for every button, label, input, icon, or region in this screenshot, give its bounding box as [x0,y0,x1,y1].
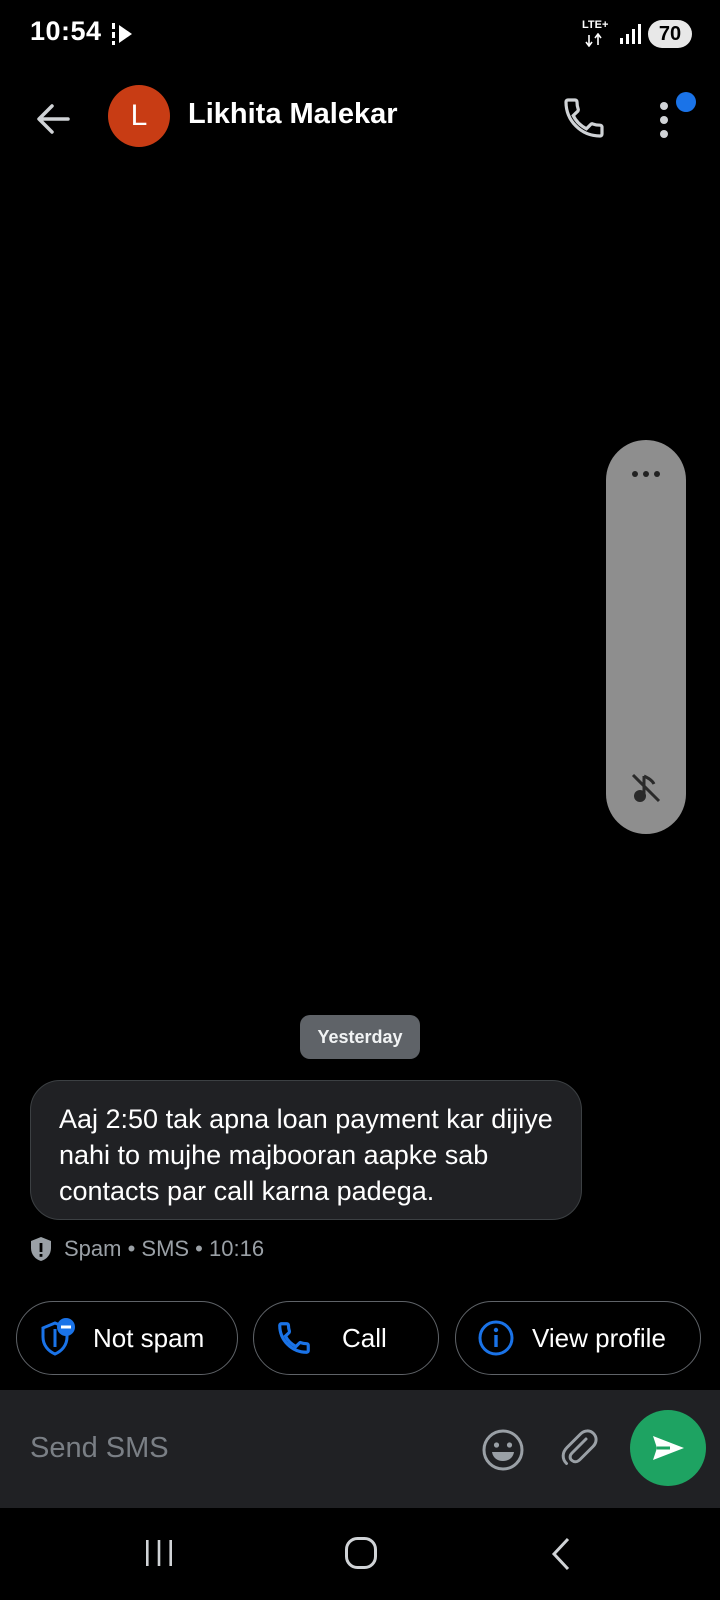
nav-back-icon[interactable] [550,1536,572,1572]
media-play-icon [112,23,132,45]
call-button[interactable]: Call [253,1301,439,1375]
recents-icon[interactable] [142,1538,176,1568]
contact-name[interactable]: Likhita Malekar [188,98,398,131]
mute-icon[interactable] [628,770,664,806]
date-divider: Yesterday [300,1015,420,1059]
status-time: 10:54 [30,16,102,46]
notification-badge [676,92,696,112]
message-input[interactable] [30,1426,450,1470]
message-bubble[interactable]: Aaj 2:50 tak apna loan payment kar dijiy… [30,1080,582,1220]
volume-panel[interactable] [606,440,686,834]
view-profile-button[interactable]: View profile [455,1301,701,1375]
shield-minus-icon [37,1318,77,1358]
not-spam-button[interactable]: Not spam [16,1301,238,1375]
more-options-button[interactable] [656,90,696,146]
signal-icon [620,24,641,44]
status-bar: 10:54 LTE+ 70 [0,0,720,68]
send-icon [653,1436,684,1460]
emoji-icon[interactable] [480,1427,526,1473]
info-icon [476,1318,516,1358]
app-bar: L Likhita Malekar [0,68,720,168]
home-icon[interactable] [344,1536,378,1570]
battery-indicator: 70 [648,20,692,48]
lte-icon: LTE+ [582,19,612,49]
system-nav-bar [0,1508,720,1600]
message-status-text: Spam • SMS • 10:16 [64,1236,265,1261]
message-meta: Spam • SMS • 10:16 [28,1233,264,1265]
shield-icon [31,1237,51,1261]
back-arrow-icon[interactable] [30,96,76,142]
avatar-letter: L [130,99,148,132]
status-indicators: LTE+ 70 [582,18,692,50]
phone-icon [274,1318,314,1358]
attach-icon[interactable] [556,1425,602,1471]
more-horiz-icon[interactable] [630,468,662,480]
phone-icon[interactable] [560,94,608,142]
network-type: LTE+ [582,19,609,31]
not-spam-label: Not spam [93,1322,205,1353]
send-button[interactable] [630,1410,706,1486]
data-arrows-icon [585,33,602,47]
call-label: Call [342,1322,387,1353]
view-profile-label: View profile [532,1322,666,1353]
avatar[interactable]: L [108,85,170,147]
composer-bar [0,1390,720,1508]
